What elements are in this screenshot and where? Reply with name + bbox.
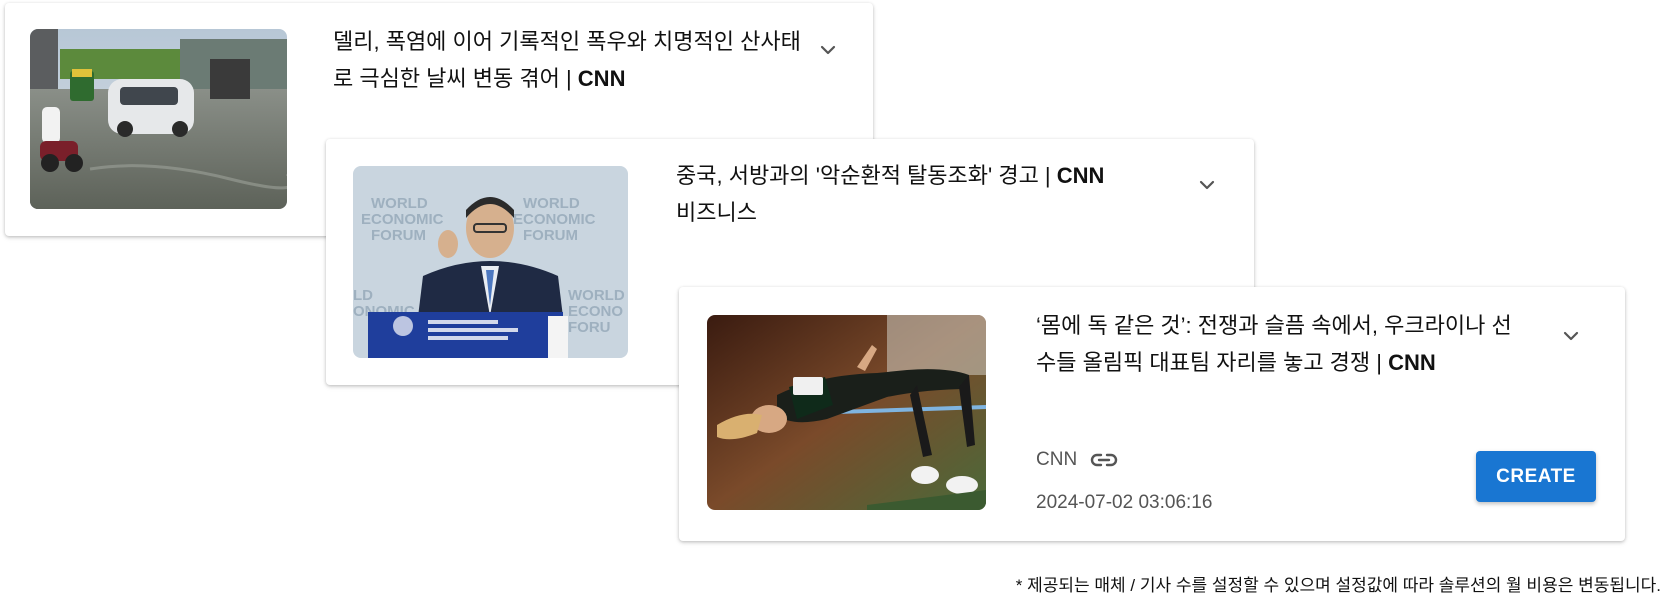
- link-icon[interactable]: [1089, 450, 1119, 470]
- svg-text:ECONO: ECONO: [568, 303, 623, 320]
- svg-text:FORUM: FORUM: [523, 227, 578, 244]
- svg-text:LD: LD: [353, 287, 373, 304]
- footnote: * 제공되는 매체 / 기사 수를 설정할 수 있으며 설정값에 따라 솔루션의…: [1015, 576, 1661, 595]
- svg-text:ECONOMIC: ECONOMIC: [513, 211, 596, 228]
- chevron-down-icon[interactable]: [817, 39, 839, 61]
- svg-text:WORLD: WORLD: [523, 195, 580, 212]
- create-button[interactable]: CREATE: [1476, 451, 1596, 502]
- source-name: CNN: [1036, 449, 1078, 470]
- svg-text:FORU: FORU: [568, 319, 611, 336]
- chevron-down-icon[interactable]: [1196, 174, 1218, 196]
- svg-text:FORUM: FORUM: [371, 227, 426, 244]
- article-thumbnail-flood: [30, 29, 287, 209]
- article-title: ‘몸에 독 같은 것’: 전쟁과 슬픔 속에서, 우크라이나 선수들 올림픽 대…: [1036, 313, 1512, 375]
- article-timestamp: 2024-07-02 03:06:16: [1036, 492, 1213, 513]
- article-title: 중국, 서방과의 '악순환적 탈동조화' 경고 | CNN 비즈니스: [676, 163, 1105, 225]
- svg-text:WORLD: WORLD: [568, 287, 625, 304]
- svg-text:WORLD: WORLD: [371, 195, 428, 212]
- article-source: CNN: [1036, 449, 1119, 471]
- article-card-3[interactable]: ‘몸에 독 같은 것’: 전쟁과 슬픔 속에서, 우크라이나 선수들 올림픽 대…: [679, 287, 1625, 541]
- svg-text:ECONOMIC: ECONOMIC: [361, 211, 444, 228]
- chevron-down-icon[interactable]: [1560, 325, 1582, 347]
- article-thumbnail-speaker: WORLD ECONOMIC FORUM WORLD ECONOMIC FORU…: [353, 166, 628, 358]
- article-title: 델리, 폭염에 이어 기록적인 폭우와 치명적인 산사태로 극심한 날씨 변동 …: [333, 29, 801, 91]
- article-thumbnail-high-jump: [707, 315, 986, 510]
- article-card-stack: 델리, 폭염에 이어 기록적인 폭우와 치명적인 산사태로 극심한 날씨 변동 …: [0, 0, 1667, 598]
